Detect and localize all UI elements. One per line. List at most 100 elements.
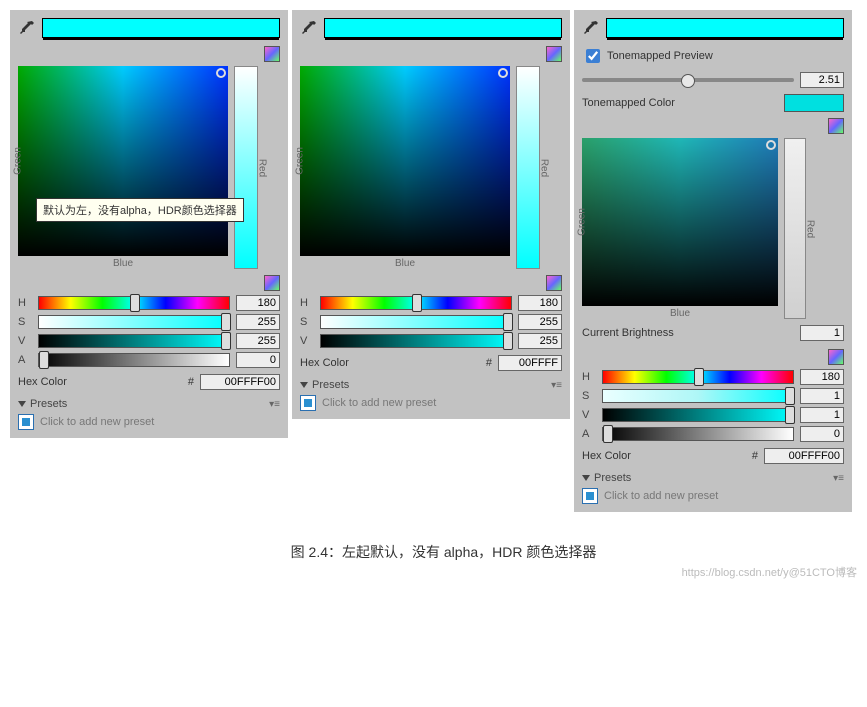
tonemap-value-field[interactable] [800, 72, 844, 88]
h-slider[interactable] [602, 370, 794, 384]
s-label: S [18, 316, 32, 328]
tonemap-checkbox[interactable] [586, 49, 600, 63]
h-slider[interactable] [38, 296, 230, 310]
v-field[interactable] [236, 333, 280, 349]
preset-add-button[interactable] [18, 414, 34, 430]
hex-field[interactable] [498, 355, 562, 371]
a-field[interactable] [236, 352, 280, 368]
disclosure-triangle-icon[interactable] [300, 382, 308, 388]
h-label: H [582, 371, 596, 383]
presets-menu-icon[interactable]: ▾≡ [833, 473, 844, 484]
presets-label: Presets [312, 379, 349, 391]
presets-label: Presets [30, 398, 67, 410]
hex-row: Hex Color # [18, 374, 280, 390]
disclosure-triangle-icon[interactable] [582, 475, 590, 481]
hex-hash: # [486, 357, 492, 369]
add-preset-hint: Click to add new preset [40, 416, 154, 428]
s-slider[interactable] [602, 389, 794, 403]
hex-label: Hex Color [582, 450, 631, 462]
h-slider[interactable] [320, 296, 512, 310]
sv-area: Green Blue 默认为左，没有alpha，HDR颜色选择器 Red [18, 66, 280, 269]
a-slider[interactable] [38, 353, 230, 367]
v-field[interactable] [518, 333, 562, 349]
current-color-swatch[interactable] [42, 18, 280, 38]
h-label: H [300, 297, 314, 309]
brightness-label: Current Brightness [582, 327, 674, 339]
disclosure-triangle-icon[interactable] [18, 401, 26, 407]
s-field[interactable] [800, 388, 844, 404]
sv-marker[interactable] [498, 68, 508, 78]
current-color-swatch[interactable] [606, 18, 844, 38]
eyedropper-icon[interactable] [300, 19, 318, 37]
presets-label: Presets [594, 472, 631, 484]
add-preset-hint: Click to add new preset [322, 397, 436, 409]
axis-label-blue: Blue [300, 258, 510, 269]
s-slider[interactable] [320, 315, 512, 329]
preset-add-button[interactable] [300, 395, 316, 411]
s-slider[interactable] [38, 315, 230, 329]
h-label: H [18, 297, 32, 309]
sv-marker[interactable] [216, 68, 226, 78]
color-mode-icon[interactable] [828, 118, 844, 134]
v-slider[interactable] [602, 408, 794, 422]
hsva-sliders: H S V A [18, 295, 280, 368]
value-strip[interactable]: Red [234, 66, 258, 269]
sv-square[interactable]: Green [582, 138, 778, 306]
axis-label-red: Red [804, 219, 815, 237]
a-label: A [582, 428, 596, 440]
add-preset-hint: Click to add new preset [604, 490, 718, 502]
tonemapped-color-label: Tonemapped Color [582, 97, 675, 109]
v-label: V [300, 335, 314, 347]
tonemapped-color-swatch [784, 94, 844, 112]
color-picker-default: Green Blue 默认为左，没有alpha，HDR颜色选择器 Red H S [10, 10, 288, 438]
presets-header[interactable]: Presets ▾≡ [300, 379, 562, 391]
presets-menu-icon[interactable]: ▾≡ [269, 399, 280, 410]
s-label: S [582, 390, 596, 402]
brightness-field[interactable] [800, 325, 844, 341]
hex-hash: # [188, 376, 194, 388]
presets-body: Click to add new preset [18, 414, 280, 430]
h-field[interactable] [800, 369, 844, 385]
presets-header[interactable]: Presets ▾≡ [582, 472, 844, 484]
slider-mode-icon[interactable] [546, 275, 562, 291]
tonemap-checkbox-row: Tonemapped Preview [582, 46, 844, 66]
watermark: https://blog.csdn.net/y@51CTO博客 [10, 564, 867, 580]
sv-square[interactable]: Green [300, 66, 510, 256]
preset-add-button[interactable] [582, 488, 598, 504]
tonemap-slider[interactable] [582, 73, 794, 87]
hex-hash: # [752, 450, 758, 462]
presets-header[interactable]: Presets ▾≡ [18, 398, 280, 410]
a-field[interactable] [800, 426, 844, 442]
color-mode-icon[interactable] [264, 46, 280, 62]
v-field[interactable] [800, 407, 844, 423]
presets-menu-icon[interactable]: ▾≡ [551, 380, 562, 391]
value-strip[interactable]: Red [516, 66, 540, 269]
sv-marker[interactable] [766, 140, 776, 150]
hex-field[interactable] [764, 448, 844, 464]
h-field[interactable] [236, 295, 280, 311]
s-field[interactable] [236, 314, 280, 330]
axis-label-blue: Blue [582, 308, 778, 319]
s-label: S [300, 316, 314, 328]
slider-mode-icon[interactable] [828, 349, 844, 365]
v-label: V [18, 335, 32, 347]
a-slider[interactable] [602, 427, 794, 441]
current-color-swatch[interactable] [324, 18, 562, 38]
h-field[interactable] [518, 295, 562, 311]
tonemap-label: Tonemapped Preview [607, 50, 713, 62]
sv-square[interactable]: Green [18, 66, 228, 256]
value-strip[interactable]: Red [784, 138, 806, 319]
hex-field[interactable] [200, 374, 280, 390]
hex-label: Hex Color [300, 357, 349, 369]
slider-mode-icon[interactable] [264, 275, 280, 291]
v-slider[interactable] [38, 334, 230, 348]
eyedropper-icon[interactable] [18, 19, 36, 37]
axis-label-green: Green [576, 208, 587, 236]
v-label: V [582, 409, 596, 421]
hex-label: Hex Color [18, 376, 67, 388]
v-slider[interactable] [320, 334, 512, 348]
color-mode-icon[interactable] [546, 46, 562, 62]
eyedropper-icon[interactable] [582, 19, 600, 37]
axis-label-red: Red [538, 158, 549, 176]
s-field[interactable] [518, 314, 562, 330]
